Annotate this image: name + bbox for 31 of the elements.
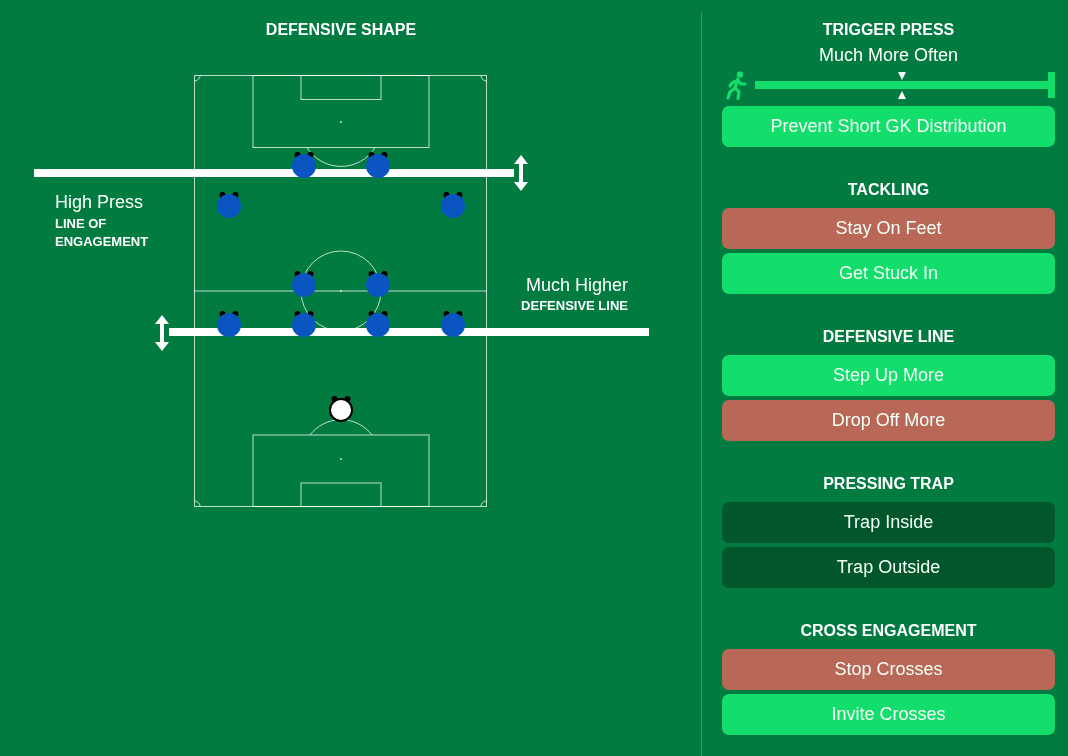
line-label-text: DEFENSIVE LINE — [521, 297, 628, 315]
line-label-text: LINE OF ENGAGEMENT — [55, 215, 150, 251]
slider-value-text: Much More Often — [818, 44, 959, 66]
triangle-marker-icon — [897, 91, 906, 99]
player-marker-icon — [291, 152, 317, 178]
triangle-marker-icon — [897, 72, 906, 80]
section-title: DEFENSIVE LINE — [822, 327, 955, 347]
player-marker-icon — [365, 311, 391, 337]
up-down-arrow-icon[interactable] — [514, 155, 528, 191]
player-marker-icon — [291, 311, 317, 337]
section-title: CROSS ENGAGEMENT — [800, 621, 977, 641]
player-marker-icon — [440, 192, 466, 218]
line-setting-text: High Press — [55, 191, 144, 213]
up-down-arrow-icon[interactable] — [155, 315, 169, 351]
player-marker-icon — [216, 311, 242, 337]
player-marker-icon — [440, 311, 466, 337]
option-button[interactable]: Trap Outside — [722, 547, 1055, 588]
player-marker-icon — [216, 192, 242, 218]
option-button[interactable]: Trap Inside — [722, 502, 1055, 543]
player-marker-icon — [365, 271, 391, 297]
section-title: TRIGGER PRESS — [822, 20, 955, 40]
line-setting-text: Much Higher — [525, 274, 628, 296]
player-marker-icon — [365, 152, 391, 178]
player-marker-icon — [291, 271, 317, 297]
running-figure-icon — [726, 70, 747, 100]
panel-title: DEFENSIVE SHAPE — [265, 21, 417, 39]
section-title: PRESSING TRAP — [823, 474, 954, 494]
section-title: TACKLING — [847, 180, 930, 200]
slider-track[interactable] — [755, 81, 1048, 89]
goalkeeper-marker-icon — [328, 396, 354, 422]
slider-handle[interactable] — [1048, 72, 1055, 98]
